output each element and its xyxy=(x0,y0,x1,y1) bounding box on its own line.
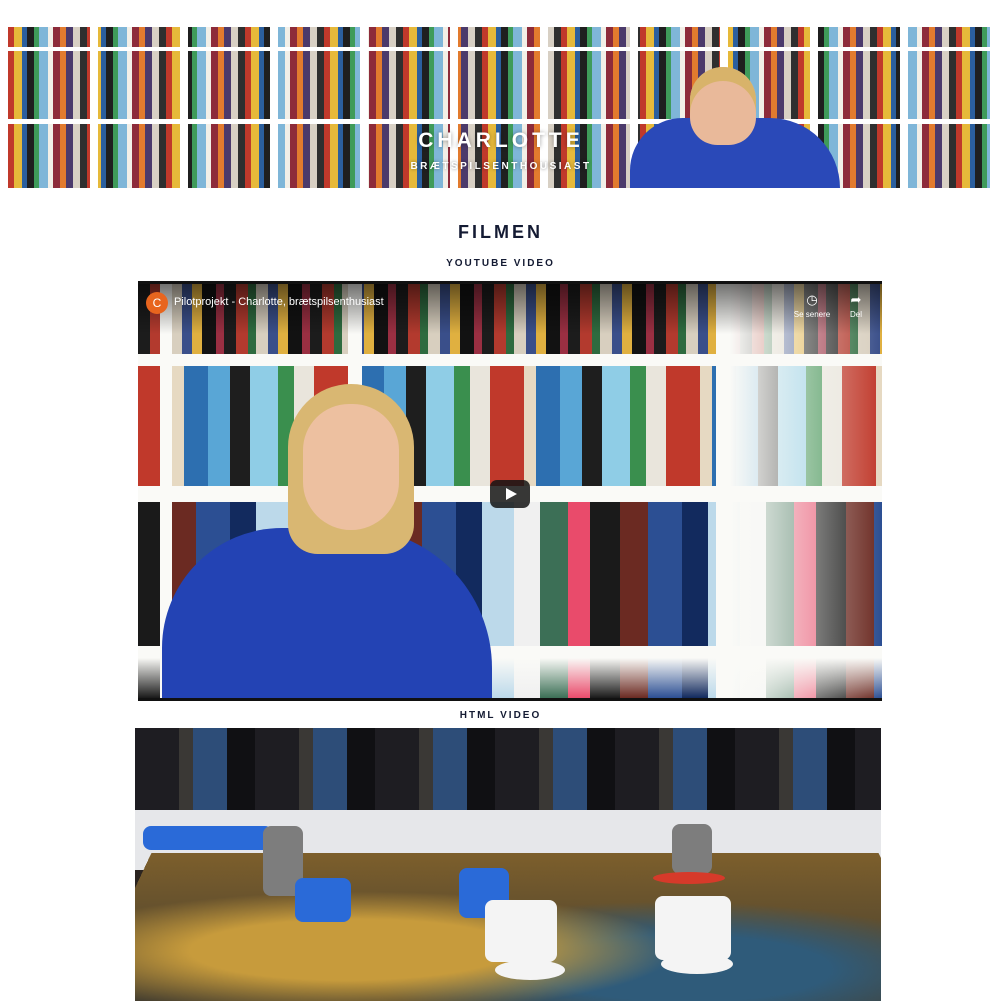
watch-later-label: Se senere xyxy=(793,310,831,319)
youtube-player[interactable]: C Pilotprojekt - Charlotte, brætspilsent… xyxy=(138,281,882,701)
red-base xyxy=(653,872,725,884)
white-mech-center-base xyxy=(495,960,565,980)
grey-figure-right xyxy=(672,824,712,874)
clock-icon: ◷ xyxy=(806,292,818,307)
white-mech-center xyxy=(485,900,557,962)
video-thumbnail[interactable]: C Pilotprojekt - Charlotte, brætspilsent… xyxy=(138,284,882,698)
thumbnail-person-face xyxy=(303,404,399,530)
hero-banner: CHARLOTTE BRÆTSPILSENTHOUSIAST xyxy=(8,27,994,188)
blue-mech-left xyxy=(295,878,351,922)
channel-avatar[interactable]: C xyxy=(146,292,168,314)
share-button[interactable]: ➦ Del xyxy=(831,292,881,319)
watch-later-button[interactable]: ◷ Se senere xyxy=(787,292,837,319)
section-title: FILMEN xyxy=(458,222,543,242)
video-title-link[interactable]: Pilotprojekt - Charlotte, brætspilsenthu… xyxy=(174,296,384,308)
player-top-gradient xyxy=(138,284,882,334)
hero-title: CHARLOTTE xyxy=(418,129,584,152)
share-arrow-icon: ➦ xyxy=(850,292,862,307)
hero-subtitle: BRÆTSPILSENTHOUSIAST xyxy=(410,161,592,172)
play-button[interactable] xyxy=(490,480,530,508)
youtube-video-label: YOUTUBE VIDEO xyxy=(446,258,555,269)
white-mech-right xyxy=(655,896,731,960)
blue-pieces xyxy=(143,826,273,850)
video-background-shelves xyxy=(135,728,881,823)
white-mech-right-base xyxy=(661,954,733,974)
html-video-player[interactable] xyxy=(135,728,881,1001)
html-video-label: HTML VIDEO xyxy=(459,710,542,721)
share-label: Del xyxy=(849,310,862,319)
